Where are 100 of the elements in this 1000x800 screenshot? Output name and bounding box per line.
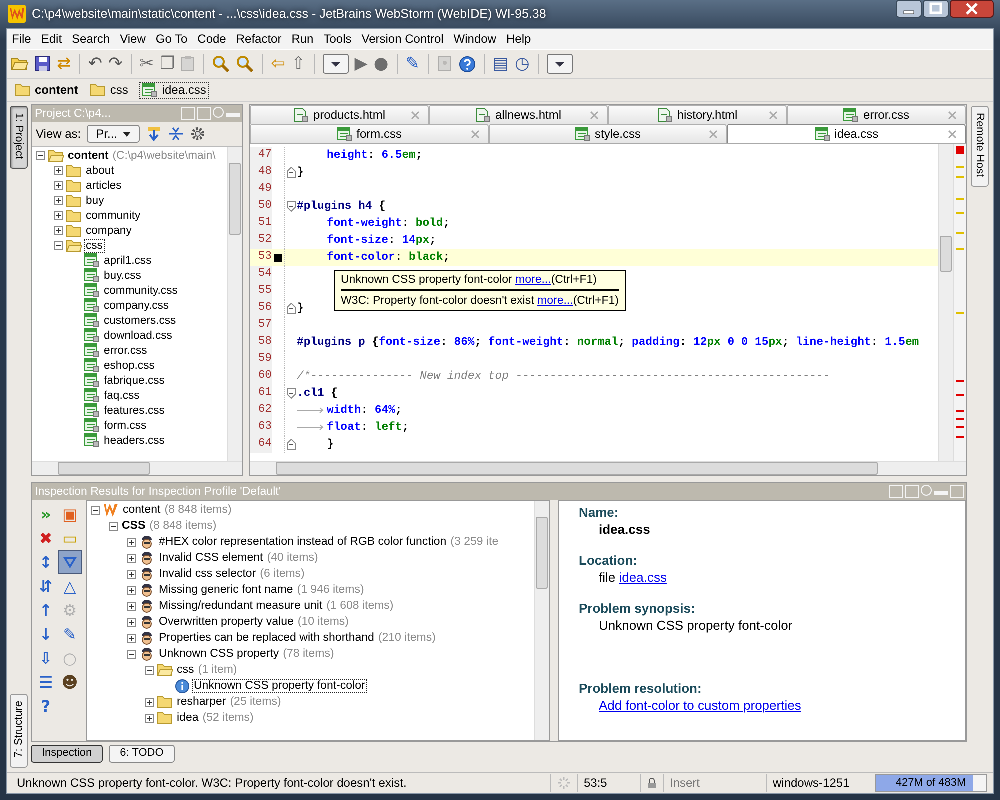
help-icon[interactable]: ? xyxy=(34,694,58,718)
editor-tab[interactable]: style.css xyxy=(488,124,728,143)
memory-indicator[interactable]: 427M of 483M xyxy=(875,774,987,792)
tree-item[interactable]: april1.css xyxy=(103,254,153,266)
tool-window-button[interactable]: Inspection xyxy=(31,745,104,763)
fold-end-icon[interactable] xyxy=(286,439,296,450)
breadcrumb[interactable]: idea.css xyxy=(162,83,206,97)
fold-start-icon[interactable] xyxy=(286,201,296,212)
menu-item[interactable]: Search xyxy=(72,32,110,46)
tree-item[interactable]: features.css xyxy=(103,404,166,416)
magnifier-icon[interactable] xyxy=(236,55,254,73)
expand-toggle[interactable] xyxy=(127,586,136,594)
gear-icon[interactable] xyxy=(190,126,206,142)
tree-item[interactable]: Overwritten property value xyxy=(158,616,295,628)
tree-item[interactable]: headers.css xyxy=(103,434,166,446)
menu-item[interactable]: File xyxy=(12,32,32,46)
up-arrow-icon[interactable]: ↑ xyxy=(34,598,58,622)
expand-toggle[interactable] xyxy=(54,196,63,205)
tree-item[interactable]: CSS xyxy=(121,520,147,532)
expand-toggle[interactable] xyxy=(145,714,154,722)
menu-item[interactable]: Refactor xyxy=(236,32,282,46)
scroll-from-source-icon[interactable] xyxy=(146,126,162,142)
tree-item[interactable]: buy.css xyxy=(103,270,142,282)
editor-tab[interactable]: form.css xyxy=(250,124,489,143)
tree-item[interactable]: fabrique.css xyxy=(103,374,166,386)
tree-item[interactable]: error.css xyxy=(103,344,148,356)
tool-window-tab[interactable]: Remote Host xyxy=(971,106,989,188)
more-link[interactable]: more... xyxy=(516,274,552,286)
scrollbar[interactable] xyxy=(227,147,242,461)
file-link[interactable]: idea.css xyxy=(619,570,667,585)
tree-item[interactable]: #HEX color representation instead of RGB color function xyxy=(158,536,448,548)
editor-tab[interactable]: idea.css xyxy=(727,124,966,143)
tool-window-tab[interactable]: 1: Project xyxy=(10,106,28,170)
view-as-dropdown[interactable]: Pr... xyxy=(87,125,140,143)
tree-item[interactable]: company.css xyxy=(103,300,170,312)
lock-icon[interactable] xyxy=(647,777,657,789)
pencil-icon[interactable]: ✎ xyxy=(406,55,420,73)
fold-start-icon[interactable] xyxy=(286,388,296,399)
scrollbar[interactable] xyxy=(250,461,966,475)
insert-mode[interactable]: Insert xyxy=(663,774,766,792)
smiley-icon[interactable]: ☻ xyxy=(58,670,82,694)
collapse-icon[interactable]: ⇵ xyxy=(34,574,58,598)
fold-end-icon[interactable] xyxy=(286,167,296,178)
tree-item[interactable]: Invalid css selector xyxy=(158,568,258,580)
dropdown-button[interactable] xyxy=(322,54,349,74)
menu-item[interactable]: Go To xyxy=(156,32,188,46)
collapse-toggle[interactable] xyxy=(36,151,45,160)
breadcrumb[interactable]: css xyxy=(110,83,128,97)
minimize-button[interactable] xyxy=(896,0,922,18)
expand-toggle[interactable] xyxy=(127,602,136,610)
scrollbar[interactable] xyxy=(938,144,953,461)
floppy-icon[interactable] xyxy=(35,56,51,72)
expand-toggle[interactable] xyxy=(127,554,136,562)
expand-toggle[interactable] xyxy=(145,698,154,706)
tool-window-button[interactable]: 6: TODO xyxy=(109,745,175,763)
menu-item[interactable]: Run xyxy=(292,32,314,46)
editor-tab[interactable]: error.css xyxy=(787,105,966,124)
pencil-icon[interactable]: ✎ xyxy=(58,622,82,646)
collapse-toggle[interactable] xyxy=(145,666,154,674)
collapse-toggle[interactable] xyxy=(91,506,100,514)
triangle-icon[interactable]: △ xyxy=(58,574,82,598)
tree-item[interactable]: download.css xyxy=(103,330,174,342)
more-link[interactable]: more... xyxy=(538,295,574,307)
expand-toggle[interactable] xyxy=(127,538,136,546)
folder-icon[interactable] xyxy=(11,56,29,72)
error-stripe[interactable] xyxy=(953,144,966,461)
menu-item[interactable]: Code xyxy=(198,32,226,46)
close-icon[interactable]: ✖ xyxy=(34,526,58,550)
menu-item[interactable]: Window xyxy=(454,32,496,46)
close-button[interactable] xyxy=(950,0,994,18)
expand-toggle[interactable] xyxy=(127,570,136,578)
expand-toggle[interactable] xyxy=(127,618,136,626)
expand-toggle[interactable] xyxy=(54,181,63,190)
scrollbar[interactable] xyxy=(32,461,242,475)
tree-item[interactable]: Unknown CSS property font-color xyxy=(193,680,366,692)
fix-link[interactable]: Add font-color to custom properties xyxy=(599,698,802,713)
dropdown-button[interactable] xyxy=(546,54,573,74)
expand-toggle[interactable] xyxy=(127,634,136,642)
tree-item[interactable]: Properties can be replaced with shorthand xyxy=(158,632,376,644)
expand-toggle[interactable] xyxy=(54,226,63,235)
collapse-toggle[interactable] xyxy=(127,650,136,658)
tree-item[interactable]: community xyxy=(85,210,142,222)
tree-item[interactable]: content xyxy=(67,150,110,162)
tree-item[interactable]: buy xyxy=(85,194,106,206)
clock-icon[interactable]: ◷ xyxy=(514,55,530,73)
menu-item[interactable]: Help xyxy=(506,32,532,46)
magnifier-icon[interactable] xyxy=(212,55,230,73)
scrollbar[interactable] xyxy=(534,501,549,740)
editor-tab[interactable]: products.html xyxy=(250,105,429,124)
download-icon[interactable]: ⇩ xyxy=(34,646,58,670)
tree-item[interactable]: css xyxy=(176,664,196,676)
help-icon[interactable] xyxy=(458,56,476,72)
tree-item[interactable]: customers.css xyxy=(103,314,178,326)
tree-item[interactable]: company xyxy=(85,224,133,236)
encoding[interactable]: windows-1251 xyxy=(766,774,869,792)
tree-item[interactable]: form.css xyxy=(103,420,148,432)
tool-window-tab[interactable]: 7: Structure xyxy=(10,694,28,768)
expand-toggle[interactable] xyxy=(54,166,63,175)
maximize-button[interactable] xyxy=(923,0,949,18)
tree-item[interactable]: Missing/redundant measure unit xyxy=(158,600,324,612)
